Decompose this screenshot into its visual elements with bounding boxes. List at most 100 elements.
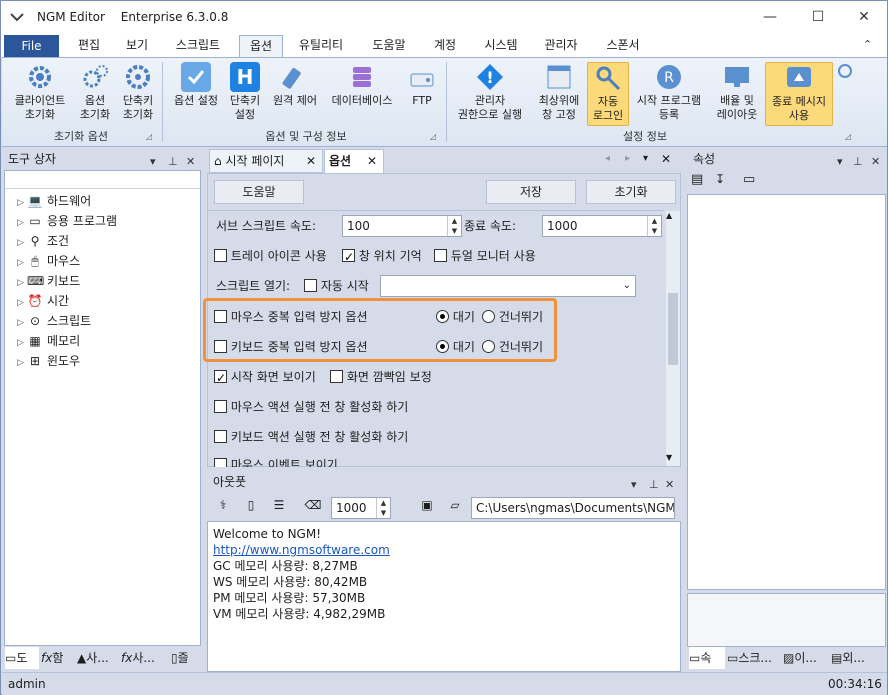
key-wait-radio[interactable]: 대기	[436, 337, 475, 357]
pin-icon[interactable]: ⊥	[649, 474, 659, 496]
spinner-icon[interactable]: ▲ ▼	[376, 498, 390, 518]
tab-file[interactable]: File	[4, 35, 59, 57]
tab-left-icon[interactable]: ◂	[605, 153, 610, 164]
tab-list-icon[interactable]: ▾	[643, 153, 648, 164]
tab-right-icon[interactable]: ▸	[625, 153, 630, 164]
tab-script[interactable]: 스크립트	[164, 35, 232, 57]
dual-monitor-checkbox[interactable]	[434, 249, 447, 262]
bottom-tab-script[interactable]: ▭스크...	[727, 647, 779, 669]
subscript-speed-input[interactable]: 100 ▲ ▼	[342, 215, 462, 237]
scale-layout-button[interactable]: 배율 및 레이아웃	[710, 62, 764, 122]
tree-item-condition[interactable]: ▷ ⚲ 조건	[17, 231, 69, 251]
database-button[interactable]: 데이터베이스	[324, 62, 400, 108]
always-on-top-button[interactable]: 최상위에 창 고정	[532, 62, 586, 122]
mouse-skip-radio[interactable]: 건너뛰기	[482, 307, 543, 327]
mouse-wait-radio[interactable]: 대기	[436, 307, 475, 327]
app-icon[interactable]	[9, 9, 25, 25]
save-icon[interactable]: ▣	[417, 498, 437, 518]
reset-shortcut-button[interactable]: 단축키 초기화	[118, 62, 158, 122]
save-button[interactable]: 저장	[486, 180, 576, 204]
dialog-launcher-icon[interactable]: ◿	[146, 132, 152, 141]
minimize-button[interactable]: —	[747, 1, 793, 33]
tab-view[interactable]: 보기	[115, 35, 159, 57]
remote-control-button[interactable]: 원격 제어	[266, 62, 324, 108]
spinner-icon[interactable]: ▲ ▼	[447, 216, 461, 236]
folder-icon[interactable]: ▱	[445, 498, 465, 518]
output-count-input[interactable]: 1000 ▲ ▼	[331, 497, 391, 519]
show-start-option[interactable]: 시작 화면 보이기	[214, 367, 316, 388]
refresh-icon[interactable]	[838, 64, 852, 78]
bottom-tab-user-functions[interactable]: fx사...	[121, 647, 169, 669]
tab-utility[interactable]: 유틸리티	[289, 35, 353, 57]
reset-button[interactable]: 초기화	[586, 180, 676, 204]
eraser-icon[interactable]: ⌫	[303, 498, 323, 518]
exit-message-button[interactable]: 종료 메시지 사용	[765, 62, 833, 126]
spinner-icon[interactable]: ▲ ▼	[647, 216, 661, 236]
auto-start-option[interactable]: 자동 시작	[304, 276, 369, 296]
close-icon[interactable]: ✕	[665, 474, 674, 496]
bottom-tab-toolbox[interactable]: ▭도	[5, 647, 39, 669]
close-button[interactable]: ✕	[841, 1, 887, 33]
tab-edit[interactable]: 편집	[67, 35, 111, 57]
scroll-up-icon[interactable]: ▲	[666, 211, 672, 220]
bottom-tab-properties[interactable]: ▭속	[689, 647, 725, 669]
tab-account[interactable]: 계정	[423, 35, 467, 57]
tree-item-hardware[interactable]: ▷ 💻 하드웨어	[17, 191, 91, 211]
key-activate-checkbox[interactable]	[214, 430, 227, 443]
list-icon[interactable]: ☰	[269, 498, 289, 518]
close-icon[interactable]: ✕	[306, 150, 316, 172]
tab-admin[interactable]: 관리자	[535, 35, 587, 57]
auto-login-button[interactable]: 자동 로그인	[587, 62, 629, 126]
bottom-tab-image[interactable]: ▨이...	[783, 647, 827, 669]
scroll-thumb[interactable]	[668, 293, 678, 365]
bottom-tab-functions[interactable]: fx함	[41, 647, 75, 669]
tray-icon-option[interactable]: 트레이 아이콘 사용	[214, 246, 327, 266]
bottom-tab-external[interactable]: ▤외...	[831, 647, 881, 669]
mouse-event-checkbox[interactable]	[214, 458, 227, 467]
option-settings-button[interactable]: 옵션 설정	[168, 62, 224, 108]
dual-monitor-option[interactable]: 듀얼 모니터 사용	[434, 246, 536, 266]
flicker-option[interactable]: 화면 깜빡임 보정	[330, 367, 432, 387]
dropdown-icon[interactable]: ▾	[631, 474, 637, 496]
tab-options[interactable]: 옵션	[239, 35, 283, 57]
bottom-tab-users[interactable]: ▲사...	[77, 647, 119, 669]
ftp-button[interactable]: FTP	[402, 62, 442, 108]
shortcut-settings-button[interactable]: H 단축키 설정	[226, 62, 264, 122]
document-icon[interactable]: ▯	[241, 498, 261, 518]
tree-item-app[interactable]: ▷ ▭ 응용 프로그램	[17, 211, 117, 231]
window-pos-option[interactable]: 창 위치 기억	[342, 246, 422, 267]
mouse-activate-checkbox[interactable]	[214, 400, 227, 413]
key-dup-checkbox[interactable]	[214, 340, 227, 353]
key-activate-option[interactable]: 키보드 액션 실행 전 창 활성화 하기	[214, 427, 408, 447]
tab-sponsor[interactable]: 스폰서	[597, 35, 649, 57]
flicker-checkbox[interactable]	[330, 370, 343, 383]
window-pos-checkbox[interactable]	[342, 247, 355, 267]
tab-system[interactable]: 시스템	[475, 35, 527, 57]
options-scrollbar[interactable]: ▲ ▼	[666, 211, 680, 466]
tree-item-keyboard[interactable]: ▷ ⌨ 키보드	[17, 271, 80, 291]
reset-options-button[interactable]: 옵션 초기화	[74, 62, 116, 122]
auto-start-checkbox[interactable]	[304, 279, 317, 292]
end-speed-input[interactable]: 1000 ▲ ▼	[542, 215, 662, 237]
output-link[interactable]: http://www.ngmsoftware.com	[213, 542, 390, 558]
key-dup-option[interactable]: 키보드 중복 입력 방지 옵션	[214, 337, 368, 357]
tree-item-mouse[interactable]: ▷ 🖱 마우스	[17, 251, 80, 271]
property-pages-icon[interactable]: ▭	[743, 172, 755, 187]
close-icon[interactable]: ✕	[367, 150, 377, 172]
scroll-down-icon[interactable]: ▼	[666, 453, 672, 462]
reset-client-button[interactable]: 클라이언트 초기화	[8, 62, 72, 122]
tab-help[interactable]: 도움말	[363, 35, 415, 57]
output-path-input[interactable]: C:\Users\ngmas\Documents\NGM6\	[471, 497, 675, 519]
run-as-admin-button[interactable]: ! 관리자 권한으로 실행	[450, 62, 530, 122]
mouse-event-option[interactable]: 마우스 이벤트 보이기	[214, 455, 338, 467]
bottom-tab-favorites[interactable]: ▯즐	[171, 647, 203, 669]
key-skip-radio[interactable]: 건너뛰기	[482, 337, 543, 357]
tree-item-window[interactable]: ▷ ⊞ 윈도우	[17, 351, 80, 371]
help-button[interactable]: 도움말	[214, 180, 304, 204]
clear-icon[interactable]: ⚕	[213, 498, 233, 518]
maximize-button[interactable]: ☐	[795, 1, 841, 33]
tree-item-time[interactable]: ▷ ⏰ 시간	[17, 291, 69, 311]
dialog-launcher-icon[interactable]: ◿	[430, 132, 436, 141]
tray-checkbox[interactable]	[214, 249, 227, 262]
mouse-dup-option[interactable]: 마우스 중복 입력 방지 옵션	[214, 307, 368, 327]
